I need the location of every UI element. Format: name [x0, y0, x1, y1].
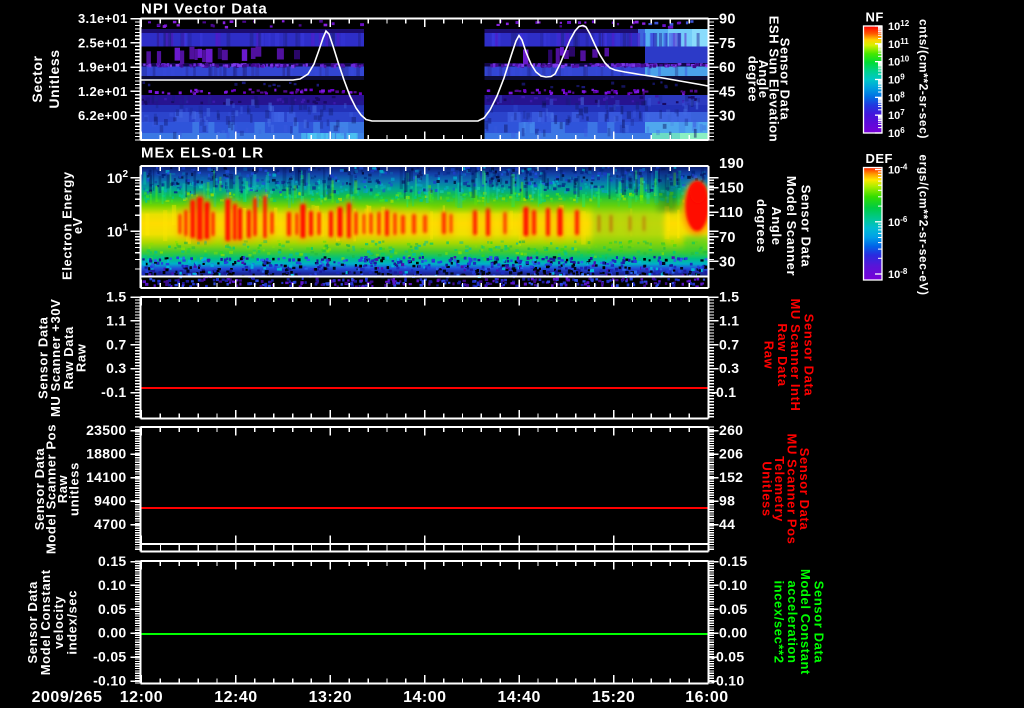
svg-text:incex/sec**2: incex/sec**2: [772, 580, 787, 663]
svg-text:0.7: 0.7: [106, 336, 126, 352]
svg-text:1.1: 1.1: [719, 312, 739, 328]
svg-text:0.05: 0.05: [719, 601, 747, 617]
svg-text:190: 190: [719, 156, 744, 172]
svg-text:260: 260: [719, 422, 743, 438]
svg-text:9400: 9400: [94, 493, 126, 509]
svg-text:1.5: 1.5: [106, 289, 126, 305]
svg-text:0.10: 0.10: [98, 577, 126, 593]
svg-text:14100: 14100: [86, 469, 126, 485]
svg-text:eV: eV: [70, 217, 85, 234]
svg-text:44: 44: [719, 516, 735, 532]
svg-text:70: 70: [719, 230, 736, 246]
svg-text:98: 98: [719, 493, 735, 509]
svg-text:index/sec: index/sec: [64, 590, 79, 655]
svg-text:23500: 23500: [86, 422, 126, 438]
svg-text:-0.05: -0.05: [93, 649, 126, 665]
svg-text:NF: NF: [866, 10, 884, 25]
svg-text:3.1e+01: 3.1e+01: [78, 11, 127, 26]
svg-text:0.15: 0.15: [719, 553, 747, 569]
svg-text:degrees: degrees: [754, 199, 769, 253]
svg-text:-0.1: -0.1: [711, 384, 736, 400]
svg-text:15:20: 15:20: [592, 689, 635, 706]
svg-text:152: 152: [719, 469, 743, 485]
svg-text:30: 30: [719, 109, 736, 125]
svg-text:90: 90: [719, 12, 736, 28]
svg-text:Unitless: Unitless: [760, 461, 775, 516]
svg-text:16:00: 16:00: [685, 689, 728, 706]
svg-text:206: 206: [719, 446, 743, 462]
svg-text:150: 150: [719, 181, 744, 197]
svg-text:-0.10: -0.10: [93, 673, 126, 689]
svg-text:Angle: Angle: [769, 206, 784, 245]
svg-text:Sector: Sector: [29, 55, 45, 102]
svg-text:Raw: Raw: [74, 343, 89, 372]
svg-text:Model Scanner: Model Scanner: [784, 176, 799, 276]
svg-text:1.1: 1.1: [106, 312, 126, 328]
svg-text:2009/265: 2009/265: [32, 689, 103, 706]
svg-text:0.05: 0.05: [98, 601, 126, 617]
svg-text:ergs/(cm**2-sr-sec-eV): ergs/(cm**2-sr-sec-eV): [916, 154, 930, 295]
svg-text:0.3: 0.3: [106, 360, 126, 376]
svg-text:1.9e+01: 1.9e+01: [78, 60, 127, 75]
svg-text:6.2e+00: 6.2e+00: [78, 108, 127, 123]
svg-text:NPI Vector Data: NPI Vector Data: [141, 1, 268, 18]
svg-text:1.5: 1.5: [719, 289, 739, 305]
svg-text:45: 45: [719, 84, 736, 100]
svg-text:0.15: 0.15: [98, 553, 126, 569]
svg-text:18800: 18800: [86, 446, 126, 462]
svg-text:-0.05: -0.05: [711, 649, 744, 665]
svg-text:0.10: 0.10: [719, 577, 747, 593]
svg-text:MEx ELS-01 LR: MEx ELS-01 LR: [141, 145, 264, 162]
svg-text:60: 60: [719, 60, 736, 76]
svg-text:12:40: 12:40: [214, 689, 257, 706]
svg-text:DEF: DEF: [866, 151, 894, 166]
svg-text:1.2e+01: 1.2e+01: [78, 84, 127, 99]
svg-text:Unitless: Unitless: [46, 49, 62, 108]
svg-text:Raw: Raw: [762, 341, 777, 370]
svg-text:2.5e+01: 2.5e+01: [78, 35, 127, 50]
svg-text:0.7: 0.7: [719, 336, 739, 352]
svg-text:12:00: 12:00: [120, 689, 163, 706]
svg-text:0.3: 0.3: [719, 360, 739, 376]
svg-text:degree: degree: [746, 56, 761, 102]
svg-text:cnts/(cm**2-sr-sec): cnts/(cm**2-sr-sec): [916, 19, 930, 139]
svg-text:0.00: 0.00: [719, 625, 747, 641]
svg-text:unitless: unitless: [66, 462, 81, 516]
svg-text:30: 30: [719, 254, 736, 270]
svg-text:13:20: 13:20: [309, 689, 352, 706]
svg-text:14:40: 14:40: [497, 689, 540, 706]
svg-text:0.00: 0.00: [98, 625, 126, 641]
svg-text:-0.1: -0.1: [101, 384, 126, 400]
svg-text:75: 75: [719, 36, 736, 52]
svg-text:4700: 4700: [94, 516, 126, 532]
svg-text:14:00: 14:00: [403, 689, 446, 706]
svg-text:-0.10: -0.10: [711, 673, 744, 689]
svg-text:Sensor Data: Sensor Data: [799, 185, 814, 268]
svg-text:110: 110: [719, 205, 743, 221]
